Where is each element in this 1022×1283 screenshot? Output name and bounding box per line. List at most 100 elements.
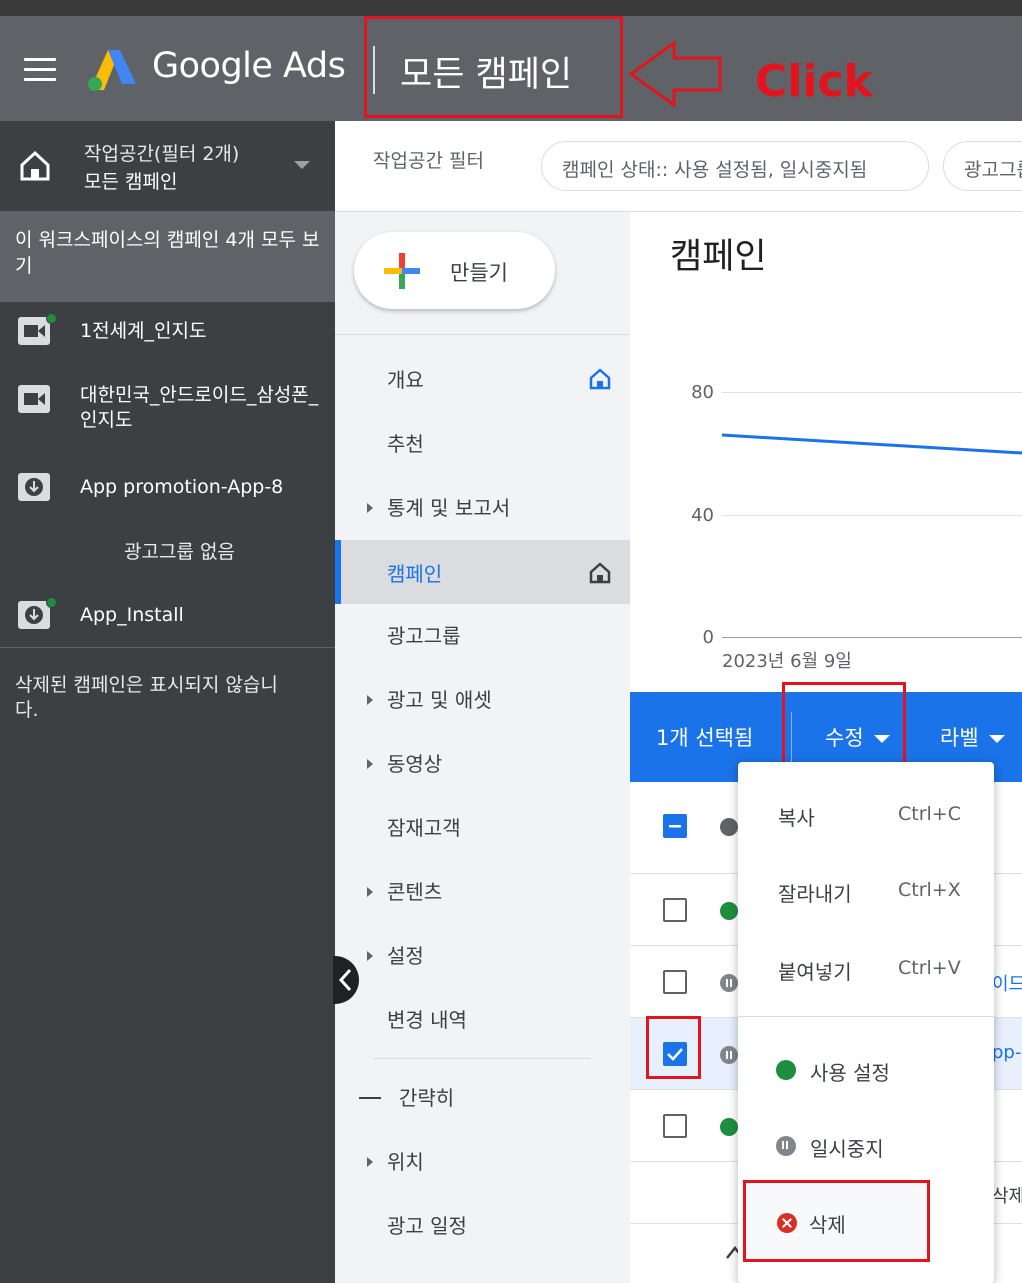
- view-all-label: 이 워크스페이스의 캠페인 4개 모두 보기: [15, 229, 320, 277]
- home-icon: [589, 562, 611, 584]
- menu-label: 일시중지: [810, 1137, 884, 1161]
- menu-item-copy[interactable]: 복사 Ctrl+C: [738, 782, 994, 842]
- annotation-box-title: [364, 16, 623, 118]
- nav-label: 설정: [387, 944, 424, 968]
- trend-line: [722, 433, 1022, 455]
- annotation-box-checkbox: [646, 1016, 701, 1079]
- nav-item-videos[interactable]: 동영상: [335, 730, 630, 794]
- nav-item-content[interactable]: 콘텐츠: [335, 858, 630, 922]
- label-label: 라벨: [940, 726, 979, 750]
- page-heading: 캠페인: [670, 237, 767, 277]
- nav-label: 추천: [387, 432, 424, 456]
- chevron-left-icon: [338, 968, 352, 992]
- nav-item-overview[interactable]: 개요: [335, 346, 630, 410]
- create-button[interactable]: 만들기: [354, 232, 555, 309]
- menu-item-paste[interactable]: 붙여넣기 Ctrl+V: [738, 936, 994, 996]
- pause-icon: [720, 974, 738, 992]
- row-checkbox[interactable]: [663, 898, 687, 922]
- row-status-text: 삭제: [992, 1186, 1022, 1207]
- nav-item-ad-groups[interactable]: 광고그룹: [335, 602, 630, 666]
- menu-label: 잘라내기: [778, 882, 852, 906]
- nav-item-change-history[interactable]: 변경 내역: [335, 986, 630, 1050]
- sidebar-campaign-item[interactable]: App promotion-App-8: [0, 469, 335, 525]
- annotation-arrow: [628, 40, 722, 108]
- sidebar-campaign-item[interactable]: App_Install: [0, 595, 335, 651]
- workspace-filter-count: 작업공간(필터 2개): [84, 143, 240, 165]
- nav-label: 잠재고객: [387, 816, 461, 840]
- nav-item-recommendations[interactable]: 추천: [335, 410, 630, 474]
- workspace-name: 모든 캠페인: [84, 171, 178, 193]
- nav-label: 개요: [387, 368, 424, 392]
- selected-count: 1개 선택됨: [656, 726, 754, 750]
- gridline: [722, 392, 1022, 393]
- pause-icon: [720, 1046, 738, 1064]
- main-header: 캠페인: [630, 212, 1022, 292]
- plus-icon: [384, 253, 420, 289]
- x-tick-date: 2023년 6월 9일: [722, 651, 852, 672]
- nav-item-ads-assets[interactable]: 광고 및 애셋: [335, 666, 630, 730]
- nav-label: 캠페인: [387, 562, 443, 586]
- nav-label: 통계 및 보고서: [387, 496, 511, 520]
- collapse-dash-icon: [359, 1097, 381, 1099]
- google-ads-logo: [88, 50, 136, 91]
- menu-divider: [738, 1016, 994, 1017]
- gridline: [722, 515, 1022, 516]
- sidebar-divider: [0, 647, 335, 648]
- nav-label: 광고그룹: [387, 624, 461, 648]
- sidebar-campaign-item[interactable]: 1전세계_인지도: [0, 311, 335, 375]
- chevron-down-icon[interactable]: [294, 161, 310, 169]
- menu-item-enable[interactable]: 사용 설정: [738, 1042, 994, 1102]
- download-icon: [18, 601, 50, 629]
- nav-item-insights-reports[interactable]: 통계 및 보고서: [335, 474, 630, 538]
- caret-down-icon: [988, 735, 1005, 743]
- filter-chip-ad-group[interactable]: 광고그룹: [943, 141, 1022, 191]
- expand-arrow-icon: [367, 1157, 373, 1167]
- brand-name: Google Ads: [152, 46, 346, 86]
- nav-item-locations[interactable]: 위치: [335, 1128, 630, 1192]
- nav-item-show-less[interactable]: 간략히: [335, 1064, 630, 1128]
- nav-item-audiences[interactable]: 잠재고객: [335, 794, 630, 858]
- active-indicator: [335, 540, 341, 604]
- row-checkbox[interactable]: [663, 970, 687, 994]
- enabled-dot-icon: [776, 1060, 796, 1080]
- no-ad-group-note: 광고그룹 없음: [124, 541, 235, 563]
- nav-label: 변경 내역: [387, 1008, 467, 1032]
- campaign-name: App_Install: [80, 604, 184, 626]
- expand-arrow-icon: [367, 951, 373, 961]
- status-enabled-dot: [46, 597, 57, 608]
- deleted-campaigns-note: 삭제된 캠페인은 표시되지 않습니다.: [15, 674, 278, 721]
- row-campaign-link[interactable]: pp-8: [992, 1042, 1022, 1063]
- view-all-campaigns[interactable]: 이 워크스페이스의 캠페인 4개 모두 보기: [0, 211, 335, 302]
- y-tick-label: 40: [691, 505, 714, 526]
- workspace-selector[interactable]: 작업공간(필터 2개) 모든 캠페인: [0, 121, 335, 211]
- nav-item-settings[interactable]: 설정: [335, 922, 630, 986]
- menu-item-pause[interactable]: 일시중지: [738, 1118, 994, 1178]
- nav-item-ad-schedule[interactable]: 광고 일정: [335, 1192, 630, 1256]
- pause-icon: [776, 1136, 796, 1156]
- window-top-strip: [0, 0, 1022, 16]
- menu-item-cut[interactable]: 잘라내기 Ctrl+X: [738, 858, 994, 918]
- sidebar-campaign-item[interactable]: 대한민국_안드로이드_삼성폰_인지도: [0, 377, 335, 457]
- home-icon: [20, 150, 50, 181]
- select-all-checkbox[interactable]: [663, 814, 687, 838]
- nav-item-campaigns[interactable]: 캠페인: [335, 540, 630, 604]
- row-checkbox[interactable]: [663, 1114, 687, 1138]
- label-menu-button[interactable]: 라벨: [940, 722, 1005, 752]
- download-icon: [18, 473, 50, 501]
- y-tick-label: 0: [702, 627, 714, 648]
- create-label: 만들기: [450, 261, 508, 285]
- row-campaign-link[interactable]: 이드: [992, 970, 1022, 996]
- campaign-sidebar: 작업공간(필터 2개) 모든 캠페인 이 워크스페이스의 캠페인 4개 모두 보…: [0, 121, 335, 1283]
- page-nav: 만들기 개요 추천 통계 및 보고서 캠페인 광고그룹 광고 및 애셋 동영상 …: [335, 212, 630, 1283]
- video-icon: [18, 385, 50, 413]
- nav-label: 동영상: [387, 752, 443, 776]
- menu-shortcut: Ctrl+X: [898, 879, 961, 901]
- menu-icon[interactable]: [24, 58, 56, 82]
- home-icon: [589, 368, 611, 390]
- expand-arrow-icon: [367, 503, 373, 513]
- annotation-box-delete: [743, 1180, 930, 1262]
- filter-label: 작업공간 필터: [373, 150, 484, 172]
- expand-arrow-icon: [367, 887, 373, 897]
- filter-chip-campaign-status[interactable]: 캠페인 상태:: 사용 설정됨, 일시중지됨: [541, 141, 929, 191]
- status-enabled-dot: [720, 902, 738, 920]
